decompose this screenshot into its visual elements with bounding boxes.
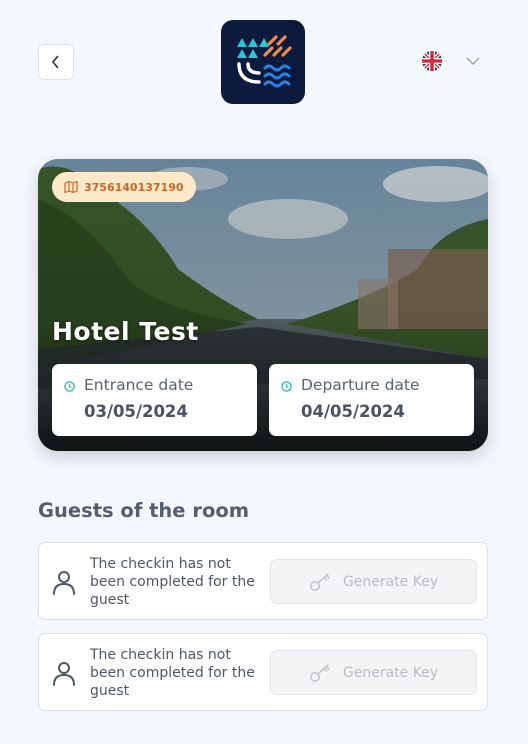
- entrance-date-value: 03/05/2024: [84, 402, 188, 421]
- key-icon: [309, 663, 330, 682]
- generate-key-label: Generate Key: [342, 664, 439, 681]
- guest-card: The checkin has not been completed for t…: [38, 542, 488, 620]
- clock-icon: [64, 381, 75, 392]
- uk-flag-icon: [422, 51, 442, 71]
- generate-key-button[interactable]: Generate Key: [270, 650, 477, 695]
- booking-code-badge: 3756140137190: [52, 172, 196, 202]
- key-icon: [309, 572, 330, 591]
- chevron-left-icon: [51, 55, 59, 69]
- chevron-down-icon: [466, 57, 480, 65]
- hotel-name: Hotel Test: [52, 317, 199, 346]
- booking-code: 3756140137190: [84, 180, 184, 194]
- back-button[interactable]: [38, 44, 74, 80]
- entrance-date-label: Entrance date: [84, 376, 194, 394]
- clock-icon: [281, 381, 292, 392]
- language-selector[interactable]: [422, 51, 480, 71]
- map-icon: [64, 180, 78, 194]
- departure-date-box: Departure date 04/05/2024: [269, 364, 474, 436]
- entrance-date-box: Entrance date 03/05/2024: [52, 364, 257, 436]
- app-logo: [221, 20, 305, 104]
- person-icon: [53, 662, 75, 686]
- generate-key-label: Generate Key: [342, 573, 439, 590]
- departure-date-value: 04/05/2024: [301, 402, 405, 421]
- guest-checkin-status: The checkin has not been completed for t…: [90, 556, 255, 608]
- guest-checkin-status: The checkin has not been completed for t…: [90, 647, 255, 699]
- guests-section-title: Guests of the room: [38, 499, 250, 522]
- hotel-card: 3756140137190 Hotel Test Entrance date 0…: [38, 159, 488, 451]
- person-icon: [53, 571, 75, 595]
- guest-card: The checkin has not been completed for t…: [38, 633, 488, 711]
- departure-date-label: Departure date: [301, 376, 420, 394]
- generate-key-button[interactable]: Generate Key: [270, 559, 477, 604]
